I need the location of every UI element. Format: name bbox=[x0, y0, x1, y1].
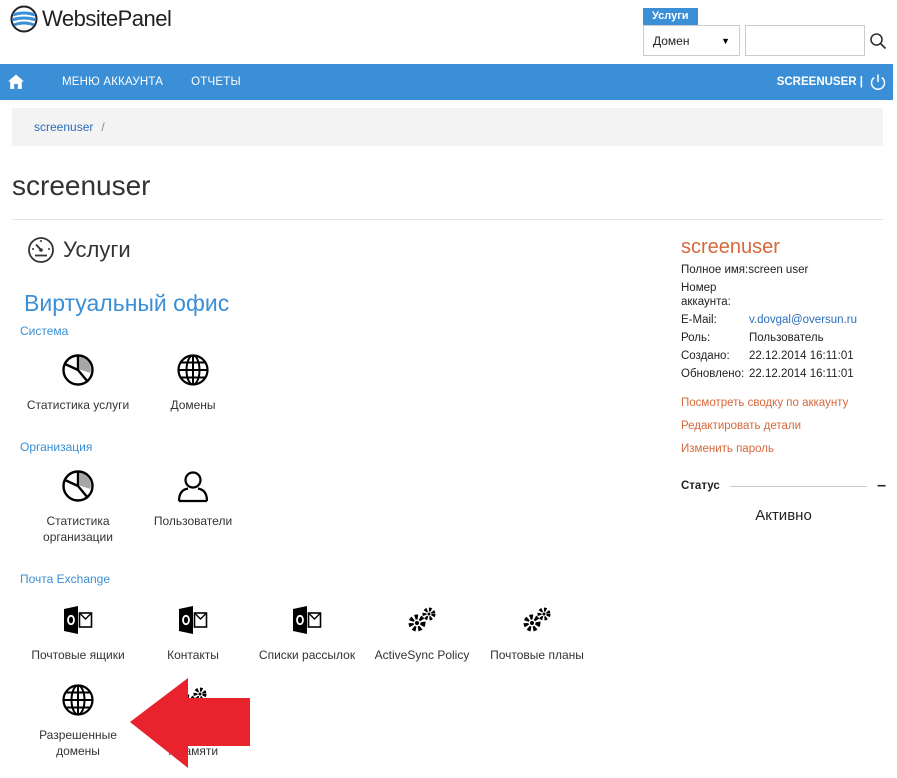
collapse-icon[interactable]: – bbox=[877, 477, 886, 495]
title-divider bbox=[12, 219, 883, 220]
tile-label: Статистика организации bbox=[43, 514, 113, 544]
status-label: Статус bbox=[681, 480, 720, 492]
info-label: Создано: bbox=[681, 350, 730, 362]
info-value bbox=[741, 281, 886, 309]
tile-contacts[interactable]: Контакты bbox=[138, 603, 248, 663]
breadcrumb: screenuser / bbox=[12, 108, 883, 146]
info-created: Создано: 22.12.2014 16:11:01 bbox=[681, 349, 886, 363]
status-divider bbox=[729, 485, 868, 487]
virtual-office-title: Виртуальный офис bbox=[24, 290, 230, 316]
info-value: 22.12.2014 16:11:01 bbox=[749, 350, 854, 362]
info-account-number: Номер аккаунта: bbox=[681, 281, 886, 309]
info-label: Номер аккаунта: bbox=[681, 282, 731, 308]
outlook-icon bbox=[293, 606, 322, 634]
tile-allowed-domains[interactable]: Разрешенные домены bbox=[23, 683, 133, 759]
home-icon bbox=[8, 74, 24, 89]
outlook-icon bbox=[64, 606, 93, 634]
email-link[interactable]: v.dovgal@oversun.ru bbox=[749, 313, 886, 327]
home-button[interactable] bbox=[0, 64, 32, 100]
page-title: screenuser bbox=[12, 170, 151, 201]
info-value: Пользователь bbox=[749, 332, 824, 344]
brand-logo[interactable]: WebsitePanel bbox=[10, 5, 172, 33]
user-icon bbox=[177, 471, 209, 503]
info-label: Полное имя: bbox=[681, 264, 749, 276]
tile-mail-plans[interactable]: Почтовые планы bbox=[482, 603, 592, 663]
nav-reports[interactable]: ОТЧЕТЫ bbox=[191, 76, 241, 88]
pie-chart-icon bbox=[62, 470, 94, 502]
services-title: Услуги bbox=[63, 237, 131, 262]
account-summary-panel: screenuser Полное имя: screen user Номер … bbox=[681, 236, 886, 524]
tile-activesync-policy[interactable]: ActiveSync Policy bbox=[367, 603, 477, 663]
tile-label: Списки рассылок bbox=[258, 648, 356, 662]
edit-details-link[interactable]: Редактировать детали bbox=[681, 420, 886, 432]
info-label: E-Mail: bbox=[681, 314, 717, 326]
globe-icon bbox=[177, 354, 209, 386]
caret-down-icon: ▼ bbox=[721, 35, 730, 46]
change-password-link[interactable]: Изменить пароль bbox=[681, 443, 886, 455]
search-type-select[interactable]: Домен ▼ bbox=[643, 25, 740, 56]
info-label: Обновлено: bbox=[681, 368, 745, 380]
outlook-icon bbox=[179, 606, 208, 634]
tile-distribution-lists[interactable]: Списки рассылок bbox=[252, 603, 362, 663]
nav-account-menu[interactable]: МЕНЮ АККАУНТА bbox=[62, 76, 163, 88]
info-full-name: Полное имя: screen user bbox=[681, 263, 886, 277]
info-role: Роль: Пользователь bbox=[681, 331, 886, 345]
tile-label: Домены bbox=[170, 398, 216, 412]
tile-label: Разрешенные домены bbox=[39, 728, 117, 758]
red-arrow-annotation bbox=[130, 678, 250, 768]
pie-chart-icon bbox=[62, 354, 94, 386]
search-type-value: Домен bbox=[653, 33, 690, 48]
gears-icon bbox=[408, 607, 436, 632]
info-updated: Обновлено: 22.12.2014 16:11:01 bbox=[681, 367, 886, 381]
tile-users[interactable]: Пользователи bbox=[138, 469, 248, 529]
tile-label: Почтовые ящики bbox=[31, 648, 125, 662]
breadcrumb-user-link[interactable]: screenuser bbox=[34, 120, 93, 134]
search-scope-tab[interactable]: Услуги bbox=[643, 8, 698, 25]
info-email: E-Mail: v.dovgal@oversun.ru bbox=[681, 313, 886, 327]
gears-icon bbox=[523, 607, 551, 632]
view-account-summary-link[interactable]: Посмотреть сводку по аккаунту bbox=[681, 397, 886, 409]
group-label-system: Система bbox=[20, 324, 69, 338]
tile-label: Статистика услуги bbox=[26, 398, 130, 412]
nav-username[interactable]: SCREENUSER | bbox=[777, 76, 863, 88]
group-label-organization: Организация bbox=[20, 440, 93, 454]
tile-label: Контакты bbox=[167, 648, 219, 662]
power-icon[interactable] bbox=[869, 73, 887, 91]
tile-label: Почтовые планы bbox=[490, 648, 584, 662]
speedometer-icon bbox=[28, 237, 54, 263]
tile-mailboxes[interactable]: Почтовые ящики bbox=[23, 603, 133, 663]
status-value: Активно bbox=[755, 507, 812, 524]
search-panel: Услуги Домен ▼ bbox=[643, 6, 887, 56]
breadcrumb-separator: / bbox=[101, 120, 105, 134]
tile-domains[interactable]: Домены bbox=[138, 353, 248, 413]
account-username: screenuser bbox=[681, 236, 780, 258]
search-icon[interactable] bbox=[869, 32, 887, 50]
tile-label: ActiveSync Policy bbox=[374, 648, 470, 662]
tile-service-stats[interactable]: Статистика услуги bbox=[23, 353, 133, 413]
top-navbar: МЕНЮ АККАУНТА ОТЧЕТЫ SCREENUSER | bbox=[0, 64, 893, 100]
search-input[interactable] bbox=[745, 25, 865, 56]
info-value: 22.12.2014 16:11:01 bbox=[749, 368, 854, 380]
globe-logo-icon bbox=[10, 5, 38, 33]
tile-label: Пользователи bbox=[153, 514, 233, 528]
group-label-exchange: Почта Exchange bbox=[20, 572, 111, 586]
info-value: screen user bbox=[748, 264, 809, 276]
globe-icon bbox=[62, 684, 94, 716]
info-label: Роль: bbox=[681, 332, 711, 344]
services-heading: Услуги bbox=[27, 236, 131, 264]
status-header: Статус – bbox=[681, 477, 886, 495]
nav-user-area: SCREENUSER | bbox=[777, 64, 887, 100]
brand-name: WebsitePanel bbox=[42, 6, 172, 31]
tile-org-stats[interactable]: Статистика организации bbox=[23, 469, 133, 545]
